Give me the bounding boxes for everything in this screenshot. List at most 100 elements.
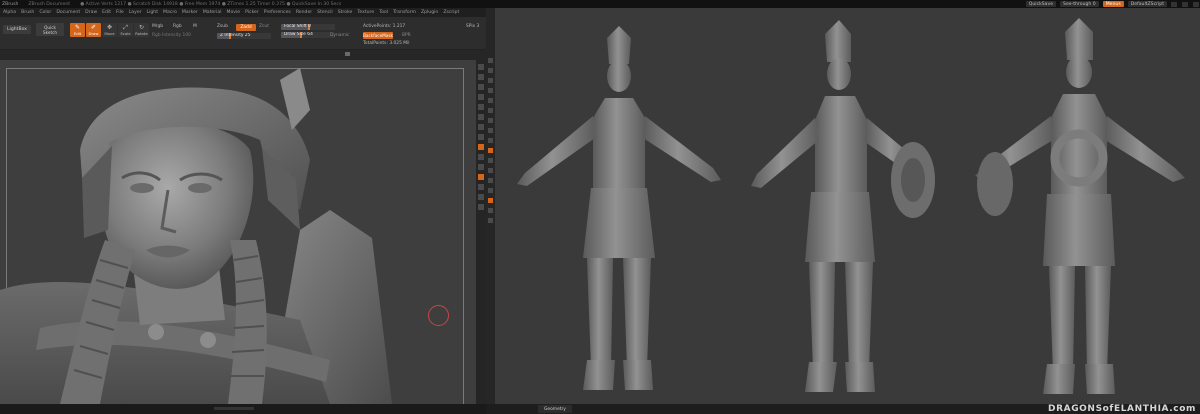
move-tool-button[interactable]: ✥ Move [102,23,117,37]
zbrush-right-window: QuickSave See-through 0 Menus DefaultZSc… [486,0,1200,414]
menu-item-zplugin[interactable]: Zplugin [421,10,438,15]
spix-readout[interactable]: SPix 3 [466,24,479,29]
right-dock-shelf-icon[interactable] [478,164,484,170]
zcut-button[interactable]: Zcut [259,24,269,29]
menu-item-tool[interactable]: Tool [379,10,388,15]
right-dock-shelf-icon[interactable] [478,74,484,80]
right-dock-shelf-icon[interactable] [478,84,484,90]
sculpt-viewport-closeup[interactable] [0,60,476,404]
right-dock-shelf-icon[interactable] [478,114,484,120]
left-dock-shelf-icon[interactable] [488,88,493,93]
menu-item-stencil[interactable]: Stencil [317,10,333,15]
geometry-tab[interactable]: Geometry [538,405,572,413]
left-dock-shelf-icon[interactable] [488,208,493,213]
top-shelf: LightBox Quick Sketch ✎ Edit ✐ Draw ✥ Move ⤢ Sc… [0,17,486,50]
zbrush-left-window: ZBrush ZBrush Document ● Active Verts 12… [0,0,486,414]
left-dock-shelf-icon[interactable] [488,148,493,153]
m-toggle[interactable]: M [193,24,197,29]
menu-item-picker[interactable]: Picker [245,10,259,15]
left-dock-shelf-icon[interactable] [488,138,493,143]
scroll-marker[interactable] [345,52,350,56]
edit-tool-button[interactable]: ✎ Edit [70,23,85,37]
left-dock-shelf-icon[interactable] [488,58,493,63]
turnaround-render [517,18,1185,394]
right-dock-shelf-icon[interactable] [478,194,484,200]
menu-item-stroke[interactable]: Stroke [338,10,353,15]
maximize-button[interactable] [1182,1,1188,7]
left-dock-shelf-icon[interactable] [488,168,493,173]
right-dock-shelf-icon[interactable] [478,184,484,190]
right-dock-shelf-icon[interactable] [478,104,484,110]
menu-item-document[interactable]: Document [56,10,80,15]
focal-shift-slider[interactable]: Focal Shift 0 [281,24,335,30]
left-dock-shelf-icon[interactable] [488,108,493,113]
right-dock-shelf-icon[interactable] [478,204,484,210]
turnaround-viewport[interactable] [495,8,1200,404]
menu-item-draw[interactable]: Draw [85,10,97,15]
right-dock-shelf-icon[interactable] [478,94,484,100]
minimize-button[interactable] [1171,1,1177,7]
menu-item-movie[interactable]: Movie [226,10,240,15]
right-dock-shelf-icon[interactable] [478,174,484,180]
menu-item-layer[interactable]: Layer [129,10,142,15]
menu-item-brush[interactable]: Brush [21,10,34,15]
seethrough-slider[interactable]: See-through 0 [1060,1,1099,7]
left-dock-shelf-icon[interactable] [488,68,493,73]
default-zscript-button[interactable]: DefaultZScript [1127,1,1167,7]
lightbox-button[interactable]: LightBox [3,25,31,34]
right-dock-shelf-icon[interactable] [478,64,484,70]
quick-sketch-button[interactable]: Quick Sketch [36,23,64,36]
menu-item-texture[interactable]: Texture [357,10,374,15]
menu-item-material[interactable]: Material [203,10,222,15]
right-tool-dock [476,60,486,404]
brush-cursor-ring [428,305,449,326]
rotate-tool-label: Rotate [135,31,148,36]
menus-button[interactable]: Menus [1102,1,1124,7]
left-dock-shelf-icon[interactable] [488,98,493,103]
zadd-button[interactable]: Zadd [236,24,256,31]
right-dock-shelf-icon[interactable] [478,134,484,140]
menu-item-edit[interactable]: Edit [102,10,111,15]
menu-item-light[interactable]: Light [147,10,158,15]
menu-item-macro[interactable]: Macro [163,10,177,15]
backface-mask-button[interactable]: BackfaceMask [363,32,393,39]
menu-item-zscript[interactable]: Zscript [443,10,459,15]
menu-item-file[interactable]: File [116,10,124,15]
total-points-readout: TotalPoints: 3.025 Mil [363,41,410,46]
mrgb-toggle[interactable]: Mrgb [152,24,163,29]
menu-item-alpha[interactable]: Alpha [3,10,16,15]
left-dock-shelf-icon[interactable] [488,78,493,83]
status-bar [0,404,486,414]
figure-three-quarter [751,20,921,392]
draw-size-slider[interactable]: Draw Size 64 [281,32,335,38]
rotate-tool-button[interactable]: ↻ Rotate [134,23,149,37]
left-dock-shelf-icon[interactable] [488,198,493,203]
right-dock-shelf-icon[interactable] [478,144,484,150]
edit-tool-label: Edit [73,31,82,36]
zsub-button[interactable]: Zsub [217,24,228,29]
z-intensity-slider[interactable]: Z Intensity 25 [217,33,271,39]
rgb-toggle[interactable]: Rgb [173,24,182,29]
scale-tool-button[interactable]: ⤢ Scale [118,23,133,37]
left-dock-shelf-icon[interactable] [488,218,493,223]
dynamic-toggle[interactable]: Dynamic [330,33,349,38]
menu-item-color[interactable]: Color [39,10,51,15]
draw-icon: ✐ [90,24,97,31]
menu-item-render[interactable]: Render [296,10,312,15]
left-dock-shelf-icon[interactable] [488,158,493,163]
right-dock-shelf-icon[interactable] [478,124,484,130]
z-intensity-label: Z Intensity 25 [220,33,251,38]
menu-item-transform[interactable]: Transform [393,10,416,15]
left-dock-shelf-icon[interactable] [488,118,493,123]
menu-item-preferences[interactable]: Preferences [264,10,291,15]
left-dock-shelf-icon[interactable] [488,128,493,133]
right-dock-shelf-icon[interactable] [478,154,484,160]
left-dock-shelf-icon[interactable] [488,178,493,183]
status-scroll[interactable] [214,407,254,410]
close-button[interactable] [1193,1,1199,7]
draw-tool-button[interactable]: ✐ Draw [86,23,101,37]
left-dock-shelf-icon[interactable] [488,188,493,193]
quicksave-button[interactable]: QuickSave [1025,1,1057,7]
bpr-button[interactable]: BPR [402,33,411,38]
menu-item-marker[interactable]: Marker [182,10,198,15]
